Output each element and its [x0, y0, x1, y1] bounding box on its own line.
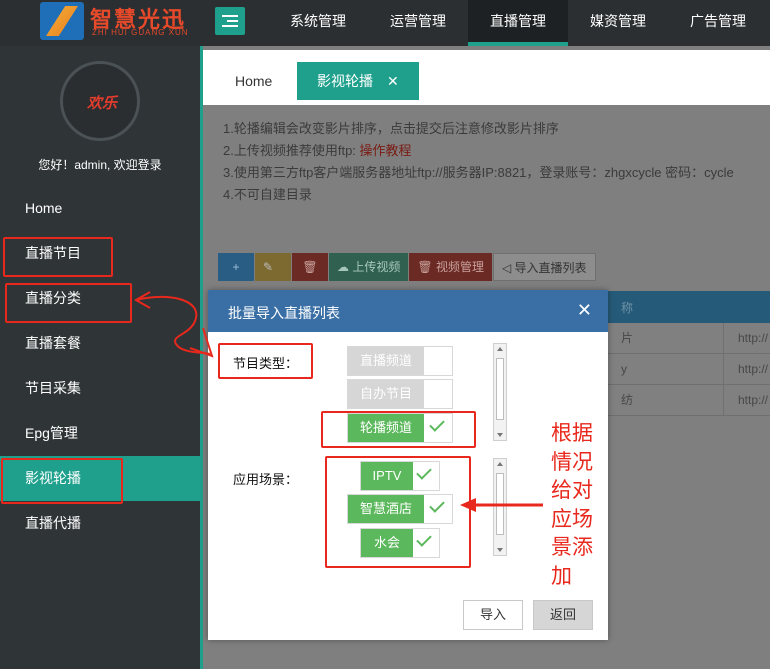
note-line-3: 3.使用第三方ftp客户端服务器地址ftp://服务器IP:8821，登录账号：… [223, 165, 734, 180]
avatar-logo-text: 欢乐 [86, 95, 117, 112]
add-button[interactable]: + [218, 253, 254, 281]
annotation-box-carousel-channel [321, 411, 476, 448]
nav-item-system[interactable]: 系统管理 [268, 0, 368, 46]
tutorial-link[interactable]: 操作教程 [360, 143, 412, 158]
sidebar-item-live-packages[interactable]: 直播套餐 [0, 321, 200, 366]
table-cell-url: http:// [723, 323, 768, 354]
dialog-title: 批量导入直播列表 [228, 305, 340, 321]
import-button[interactable]: 导入 [463, 600, 523, 630]
video-manage-label: 视频管理 [435, 260, 484, 274]
sidebar-item-program-collection[interactable]: 节目采集 [0, 366, 200, 411]
annotation-box-live-categories [5, 283, 132, 323]
tab-close-icon[interactable]: ✕ [387, 73, 399, 89]
menu-toggle-icon[interactable] [215, 7, 245, 35]
scroll-up-icon [497, 347, 503, 351]
tab-carousel[interactable]: 影视轮播 ✕ [297, 62, 419, 100]
delete-button[interactable]: 🗑 [292, 253, 328, 281]
import-live-list-label: 导入直播列表 [514, 261, 587, 275]
close-icon[interactable]: ✕ [577, 300, 592, 321]
type-option-label: 自办节目 [348, 380, 424, 408]
send-icon: ◁ [501, 261, 515, 275]
table-cell-name: y [621, 362, 627, 376]
nav-item-media[interactable]: 媒资管理 [568, 0, 668, 46]
type-option-live-channel[interactable]: 直播频道 [347, 346, 453, 376]
trash-icon: 🗑 [417, 260, 436, 274]
cloud-upload-icon: ☁ [337, 260, 353, 274]
note-line-2-text: 2.上传视频推荐使用ftp: [223, 143, 356, 158]
sidebar-item-epg[interactable]: Epg管理 [0, 411, 200, 456]
scene-label: 应用场景： [233, 472, 299, 487]
scroll-down-icon [497, 548, 503, 552]
scene-list-scrollbar[interactable] [493, 458, 507, 556]
import-live-list-button[interactable]: ◁ 导入直播列表 [492, 253, 596, 281]
top-nav: 系统管理 运营管理 直播管理 媒资管理 广告管理 [268, 0, 768, 46]
tab-home-label: Home [235, 73, 273, 89]
type-option-label: 直播频道 [348, 347, 424, 375]
brand-subtitle: ZHI HUI GUANG XUN [92, 28, 189, 37]
edit-icon: ✎ [263, 260, 274, 274]
sidebar-item-home[interactable]: Home [0, 186, 200, 231]
sidebar: 欢乐 您好！admin, 欢迎登录 Home 直播节目 直播分类 直播套餐 节目… [0, 46, 200, 669]
scrollbar-thumb[interactable] [496, 358, 504, 420]
type-list-scrollbar[interactable] [493, 343, 507, 441]
nav-item-operation[interactable]: 运营管理 [368, 0, 468, 46]
table-cell-name: 片 [621, 331, 634, 345]
top-bar: 智慧光迅 ZHI HUI GUANG XUN 系统管理 运营管理 直播管理 媒资… [0, 0, 770, 46]
nav-item-ads[interactable]: 广告管理 [668, 0, 768, 46]
upload-video-button[interactable]: ☁ 上传视频 [329, 253, 409, 281]
dialog-header: 批量导入直播列表 ✕ [208, 290, 608, 332]
scroll-down-icon [497, 433, 503, 437]
table-header-name: 称 [621, 301, 634, 315]
tab-home[interactable]: Home [215, 62, 292, 100]
scrollbar-thumb[interactable] [496, 473, 504, 535]
table-cell-name: 纺 [621, 393, 634, 407]
annotation-box-live-programs [3, 237, 113, 277]
annotation-box-scenes [325, 456, 471, 568]
table-cell-url: http:// [723, 385, 768, 416]
annotation-text: 根据情况给对应场景添加 [551, 421, 593, 588]
table-cell-url: http:// [723, 354, 768, 385]
nav-item-live[interactable]: 直播管理 [468, 0, 568, 46]
welcome-text: 您好！admin, 欢迎登录 [38, 158, 162, 172]
annotation-box-type-label [218, 343, 313, 379]
brand-logo[interactable]: 智慧光迅 ZHI HUI GUANG XUN [40, 2, 210, 42]
tab-carousel-label: 影视轮播 [317, 73, 373, 89]
note-line-1: 1.轮播编辑会改变影片排序，点击提交后注意修改影片排序 [223, 121, 559, 136]
back-button[interactable]: 返回 [533, 600, 593, 630]
logo-mark-icon [40, 2, 84, 40]
type-option-self-program[interactable]: 自办节目 [347, 379, 453, 409]
annotation-box-carousel [1, 458, 123, 504]
tab-bar: Home 影视轮播 ✕ [203, 50, 770, 105]
notes-panel: 1.轮播编辑会改变影片排序，点击提交后注意修改影片排序 2.上传视频推荐使用ft… [223, 118, 770, 206]
edit-button[interactable]: ✎ [255, 253, 291, 281]
upload-video-label: 上传视频 [352, 260, 401, 274]
scroll-up-icon [497, 462, 503, 466]
avatar: 欢乐 [60, 61, 140, 141]
toolbar: + ✎ 🗑 ☁ 上传视频 🗑 视频管理 ◁ 导入直播列表 [218, 253, 597, 281]
sidebar-item-live-relay[interactable]: 直播代播 [0, 501, 200, 546]
video-manage-button[interactable]: 🗑 视频管理 [409, 253, 492, 281]
note-line-2: 2.上传视频推荐使用ftp: 操作教程 [223, 140, 770, 162]
note-line-4: 4.不可自建目录 [223, 187, 312, 202]
